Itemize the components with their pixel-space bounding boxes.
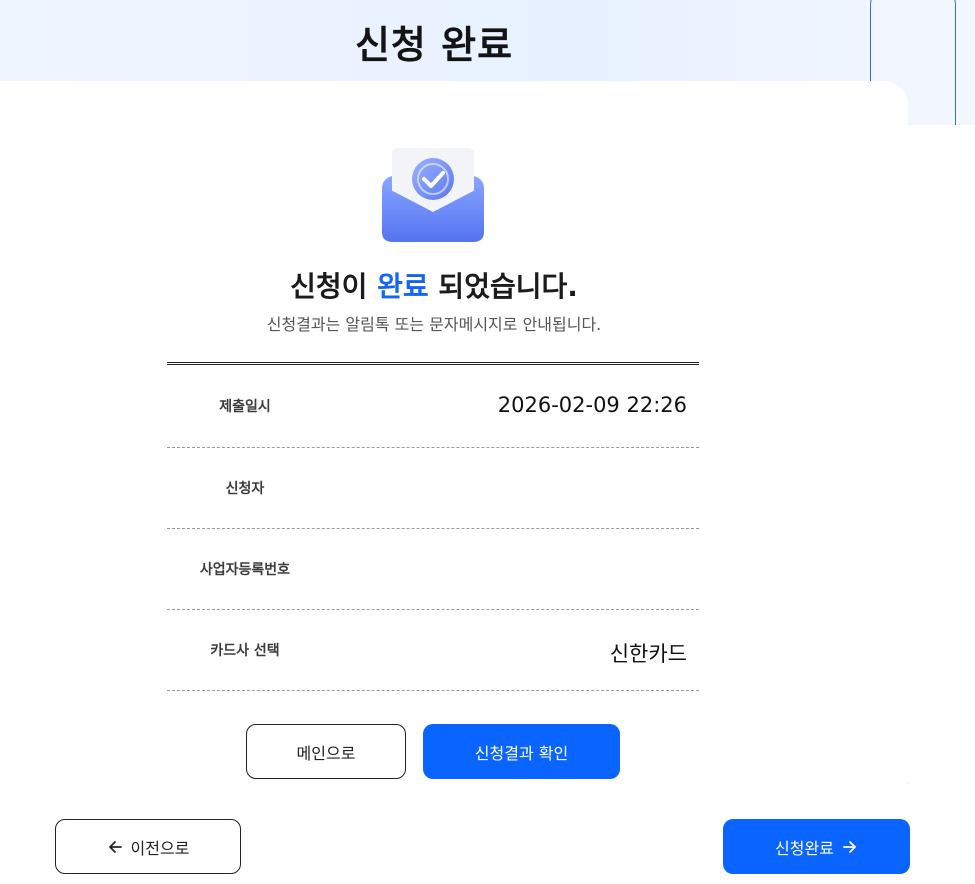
completion-headline: 신청이 완료 되었습니다. (290, 270, 578, 303)
info-row-business-number: 사업자등록번호 (167, 529, 699, 610)
page-title: 신청 완료 (354, 23, 514, 67)
info-row-submitted-at: 제출일시 2026-02-09 22:26 (167, 365, 699, 448)
info-label: 카드사 선택 (210, 643, 280, 659)
info-label: 제출일시 (219, 399, 271, 415)
info-row-card-company: 카드사 선택 신한카드 (167, 610, 699, 691)
completion-subtitle: 신청결과는 알림톡 또는 문자메시지로 안내됩니다. (266, 315, 602, 334)
prev-button-label: 이전으로 (130, 838, 190, 858)
prev-button[interactable]: 이전으로 (55, 819, 241, 874)
info-row-applicant: 신청자 (167, 448, 699, 529)
submit-done-button[interactable]: 신청완료 (723, 819, 910, 874)
arrow-left-icon (108, 840, 122, 853)
info-label: 신청자 (225, 481, 265, 497)
check-result-button[interactable]: 신청결과 확인 (423, 724, 620, 779)
envelope-check-icon (382, 148, 484, 242)
main-button[interactable]: 메인으로 (246, 724, 406, 779)
arrow-right-icon (843, 840, 856, 853)
info-value: 신한카드 (609, 642, 687, 666)
done-button-label: 신청완료 (775, 838, 834, 858)
info-label: 사업자등록번호 (199, 562, 291, 578)
info-value: 2026-02-09 22:26 (497, 393, 687, 417)
submission-info-table: 제출일시 2026-02-09 22:26 신청자 사업자등록번호 카드사 선택… (167, 362, 699, 691)
headline-accent: 완료 (377, 270, 429, 303)
